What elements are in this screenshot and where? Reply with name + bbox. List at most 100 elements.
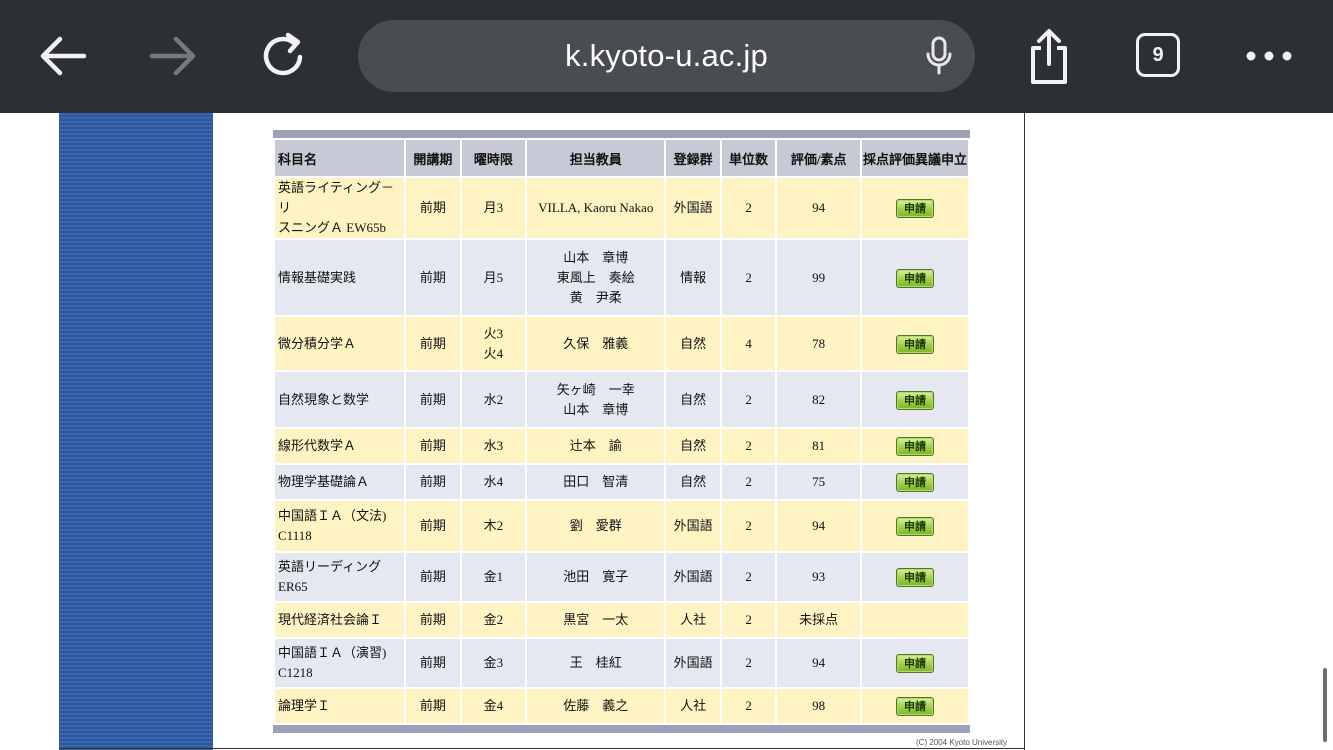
teacher-cell: 王 桂紅 bbox=[527, 639, 665, 687]
group-cell: 自然 bbox=[666, 465, 720, 499]
column-header: 登録群 bbox=[666, 140, 720, 176]
page-bottom-border bbox=[59, 748, 1025, 749]
appeal-cell: 申請 bbox=[862, 429, 968, 463]
period-cell-line: 金3 bbox=[483, 655, 504, 670]
teacher-cell-line: 池田 寛子 bbox=[563, 569, 629, 584]
apply-button[interactable]: 申請 bbox=[896, 390, 934, 410]
subject-cell-line: 物理学基礎論Ａ bbox=[278, 474, 370, 489]
subject-cell: 線形代数学Ａ bbox=[275, 429, 405, 463]
teacher-cell-line: 山本 章博 bbox=[563, 249, 629, 265]
term-cell: 前期 bbox=[406, 178, 460, 238]
group-cell: 人社 bbox=[666, 689, 720, 723]
grade-cell: 75 bbox=[777, 465, 861, 499]
more-options-icon[interactable] bbox=[1244, 49, 1294, 63]
apply-button[interactable]: 申請 bbox=[896, 517, 934, 537]
table-header-row: 科目名 開講期 曜時限 担当教員 登録群 単位数 評価/素点 採点評価異議申立 bbox=[275, 140, 968, 176]
subject-cell-line: 情報基礎実践 bbox=[278, 269, 357, 285]
column-header: 採点評価異議申立 bbox=[862, 140, 968, 176]
period-cell-line: 金1 bbox=[483, 569, 504, 584]
apply-button[interactable]: 申請 bbox=[896, 568, 934, 588]
period-cell: 月3 bbox=[461, 178, 526, 238]
period-cell: 金4 bbox=[461, 689, 526, 723]
apply-button[interactable]: 申請 bbox=[896, 473, 934, 493]
grade-cell: 81 bbox=[777, 429, 861, 463]
teacher-cell: VILLA, Kaoru Nakao bbox=[527, 178, 665, 238]
teacher-cell-line: 矢ヶ崎 一幸 bbox=[556, 381, 635, 397]
teacher-cell-line: 王 桂紅 bbox=[569, 655, 622, 670]
apply-button[interactable]: 申請 bbox=[896, 654, 934, 674]
apply-button[interactable]: 申請 bbox=[896, 268, 934, 288]
apply-button[interactable]: 申請 bbox=[896, 697, 934, 717]
grade-cell: 未採点 bbox=[777, 603, 861, 637]
credits-cell: 2 bbox=[721, 240, 776, 315]
table-row: 英語リーディング ER65 前期 金1 池田 寛子 外国語 2 93 申請 bbox=[275, 553, 968, 601]
period-cell: 木2 bbox=[461, 501, 526, 551]
teacher-cell-line: 久保 雅義 bbox=[563, 335, 629, 351]
subject-cell-line: スニングＡ EW65b bbox=[278, 220, 386, 235]
teacher-cell-line: 山本 章博 bbox=[563, 401, 629, 417]
period-cell: 火3 火4 bbox=[461, 317, 526, 370]
period-cell-line: 木2 bbox=[483, 518, 504, 533]
table-row: 中国語ＩＡ（演習) C1218 前期 金3 王 桂紅 外国語 2 94 申請 bbox=[275, 639, 968, 687]
period-cell-line: 火4 bbox=[483, 345, 504, 361]
term-cell: 前期 bbox=[406, 317, 460, 370]
teacher-cell-line: 東風上 奏絵 bbox=[556, 269, 635, 285]
copyright-text: (C) 2004 Kyoto University bbox=[916, 738, 1008, 747]
apply-button[interactable]: 申請 bbox=[896, 334, 934, 354]
subject-cell: 情報基礎実践 bbox=[275, 240, 405, 315]
subject-cell-line: 微分積分学Ａ bbox=[278, 335, 357, 351]
column-header: 曜時限 bbox=[461, 140, 526, 176]
table-row: 情報基礎実践 前期 月5 山本 章博 東風上 奏絵黄 尹柔 情報 2 99 申請 bbox=[275, 240, 968, 315]
appeal-cell: 申請 bbox=[862, 501, 968, 551]
credits-cell: 2 bbox=[721, 465, 776, 499]
credits-cell: 2 bbox=[721, 553, 776, 601]
grade-cell: 93 bbox=[777, 553, 861, 601]
period-cell-line: 火3 bbox=[483, 325, 504, 341]
teacher-cell-line: 辻本 諭 bbox=[569, 438, 622, 453]
appeal-cell: 申請 bbox=[862, 317, 968, 370]
apply-button[interactable]: 申請 bbox=[896, 199, 934, 219]
group-cell: 外国語 bbox=[666, 178, 720, 238]
column-header: 開講期 bbox=[406, 140, 460, 176]
share-icon[interactable] bbox=[1025, 28, 1073, 86]
scrollbar[interactable] bbox=[1323, 668, 1327, 742]
credits-cell: 2 bbox=[721, 372, 776, 427]
grade-cell: 94 bbox=[777, 501, 861, 551]
appeal-cell: 申請 bbox=[862, 240, 968, 315]
period-cell: 水4 bbox=[461, 465, 526, 499]
period-cell: 月5 bbox=[461, 240, 526, 315]
credits-cell: 2 bbox=[721, 603, 776, 637]
grade-cell: 98 bbox=[777, 689, 861, 723]
subject-cell-line: 論理学Ｉ bbox=[278, 698, 331, 713]
group-cell: 自然 bbox=[666, 317, 720, 370]
appeal-cell: 申請 bbox=[862, 465, 968, 499]
teacher-cell: 矢ヶ崎 一幸 山本 章博 bbox=[527, 372, 665, 427]
teacher-cell-line: VILLA, Kaoru Nakao bbox=[538, 200, 654, 215]
teacher-cell: 佐藤 義之 bbox=[527, 689, 665, 723]
back-arrow-icon[interactable] bbox=[38, 33, 88, 79]
forward-arrow-icon[interactable] bbox=[148, 33, 198, 79]
subject-cell: 微分積分学Ａ bbox=[275, 317, 405, 370]
reload-icon[interactable] bbox=[258, 30, 310, 82]
credits-cell: 2 bbox=[721, 178, 776, 238]
grade-cell: 82 bbox=[777, 372, 861, 427]
grades-table: 科目名 開講期 曜時限 担当教員 登録群 単位数 評価/素点 採点評価異議申立 … bbox=[273, 130, 970, 733]
subject-cell: 論理学Ｉ bbox=[275, 689, 405, 723]
microphone-icon[interactable] bbox=[925, 36, 953, 76]
term-cell: 前期 bbox=[406, 372, 460, 427]
term-cell: 前期 bbox=[406, 465, 460, 499]
subject-cell-line: C1218 bbox=[278, 665, 313, 680]
teacher-cell-line: 黒宮 一太 bbox=[563, 612, 629, 627]
subject-cell-line: 現代経済社会論Ｉ bbox=[278, 612, 383, 627]
credits-cell: 2 bbox=[721, 429, 776, 463]
teacher-cell: 劉 愛群 bbox=[527, 501, 665, 551]
table-row: 論理学Ｉ 前期 金4 佐藤 義之 人社 2 98 申請 bbox=[275, 689, 968, 723]
subject-cell-line: ER65 bbox=[278, 579, 308, 594]
credits-cell: 2 bbox=[721, 689, 776, 723]
appeal-cell: 申請 bbox=[862, 553, 968, 601]
tab-count-button[interactable]: 9 bbox=[1136, 33, 1180, 77]
address-bar[interactable]: k.kyoto-u.ac.jp bbox=[358, 20, 975, 92]
period-cell: 水3 bbox=[461, 429, 526, 463]
period-cell: 金3 bbox=[461, 639, 526, 687]
apply-button[interactable]: 申請 bbox=[896, 437, 934, 457]
